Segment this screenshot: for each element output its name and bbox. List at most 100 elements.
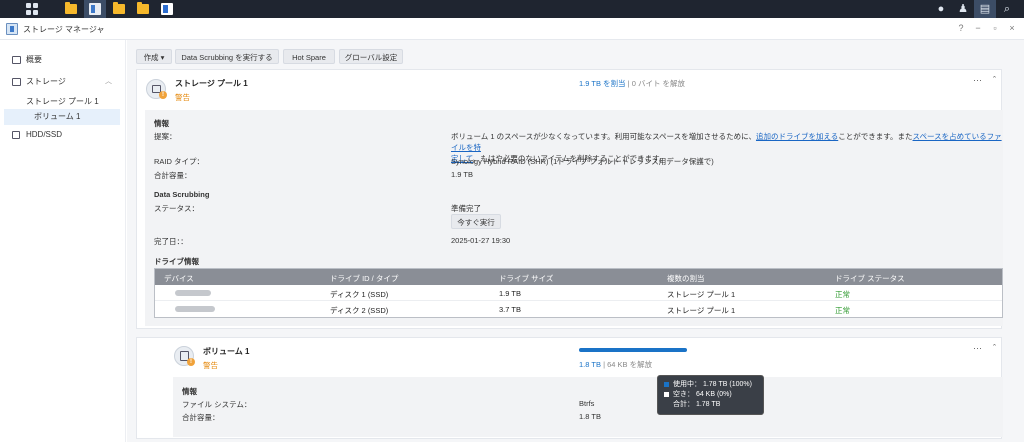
volume-capacity-value: 1.8 TB <box>579 412 601 421</box>
suggestion-text-part: ボリューム 1 のスペースが少なくなっています。利用可能なスペースを増加させるた… <box>451 132 756 141</box>
main-menu-icon[interactable] <box>26 3 38 15</box>
window-title: ストレージ マネージャ <box>23 25 105 34</box>
taskbar-storage-manager-icon[interactable] <box>84 0 106 18</box>
minimize-icon[interactable]: − <box>973 23 983 33</box>
chat-icon[interactable]: ● <box>930 0 952 18</box>
volume-collapse-button[interactable]: ˆ <box>993 343 996 353</box>
pool-released: 0 バイト を解放 <box>631 79 686 88</box>
info-header: 情報 <box>154 119 169 128</box>
create-label: 作成 <box>143 53 159 62</box>
taskbar-folder-icon[interactable] <box>108 0 130 18</box>
table-row[interactable]: ディスク 1 (SSD) 1.9 TB ストレージ プール 1 正常 <box>155 285 1002 301</box>
redacted-device-name <box>175 290 211 296</box>
main-content: 作成 ▾ Data Scrubbing を実行する Hot Spare グローバ… <box>127 40 1024 442</box>
sidebar-item-volume[interactable]: ボリューム 1 <box>4 109 120 125</box>
sidebar: 概要 ストレージ ︿ ストレージ プール 1 ボリューム 1 HDD/SSD <box>0 40 126 442</box>
volume-usage-bar[interactable] <box>579 348 687 352</box>
pool-usage: 1.9 TB を割当 | 0 バイト を解放 <box>579 78 685 89</box>
volume-title: ボリューム 1 <box>203 347 250 356</box>
sidebar-item-label: 概要 <box>26 55 42 64</box>
storage-pool-card: ! ストレージ プール 1 警告 1.9 TB を割当 | 0 バイト を解放 … <box>136 69 1003 329</box>
tooltip-total: 合計： 1.78 TB <box>673 401 721 408</box>
volume-card: ! ボリューム 1 警告 1.8 TB | 64 KB を解放 ··· ˆ 情報… <box>136 337 1003 439</box>
drive-size: 3.7 TB <box>499 305 521 314</box>
volume-more-button[interactable]: ··· <box>973 343 982 353</box>
drive-allocation: ストレージ プール 1 <box>667 290 736 299</box>
volume-usage-separator: | <box>603 360 606 369</box>
raid-type-label: RAID タイプ： <box>154 157 205 166</box>
widgets-icon[interactable]: ▤ <box>974 0 996 18</box>
sidebar-item-storage-pool[interactable]: ストレージ プール 1 <box>0 94 126 110</box>
run-now-button[interactable]: 今すぐ実行 <box>451 214 501 229</box>
pool-capacity-label: 合計容量： <box>154 171 192 180</box>
hdd-icon <box>12 131 20 139</box>
volume-capacity-label: 合計容量： <box>182 413 220 422</box>
pool-more-button[interactable]: ··· <box>973 75 982 85</box>
completed-date-value: 2025-01-27 19:30 <box>451 236 511 245</box>
volume-info-panel: 情報 ファイル システム： Btrfs 合計容量： 1.8 TB <box>173 377 1003 437</box>
pool-capacity-value: 1.9 TB <box>451 170 473 179</box>
volume-usage: 1.8 TB | 64 KB を解放 <box>579 359 652 370</box>
free-legend-swatch <box>664 391 669 397</box>
column-header: ドライブ ステータス <box>835 274 905 283</box>
caret-down-icon: ▾ <box>160 53 165 62</box>
chevron-up-icon[interactable]: ︿ <box>105 74 112 90</box>
column-header: ドライブ サイズ <box>499 274 554 283</box>
sidebar-item-overview[interactable]: 概要 <box>0 52 126 68</box>
restore-icon[interactable]: ▫ <box>990 23 1000 33</box>
completed-date-label: 完了日：： <box>154 237 188 246</box>
table-row[interactable]: ディスク 2 (SSD) 3.7 TB ストレージ プール 1 正常 <box>155 301 1002 317</box>
drive-status: 正常 <box>835 306 850 315</box>
suggestion-label: 提案： <box>154 132 177 141</box>
pool-info-panel: 情報 提案： ボリューム 1 のスペースが少なくなっています。利用可能なスペース… <box>145 110 1003 326</box>
sidebar-item-label: ストレージ プール 1 <box>26 97 99 106</box>
volume-status-badge: 警告 <box>203 361 218 370</box>
storage-manager-icon <box>6 23 18 35</box>
warning-icon: ! <box>159 91 167 99</box>
drive-info-header: ドライブ情報 <box>154 257 199 266</box>
filesystem-value: Btrfs <box>579 399 595 408</box>
suggestion-text-part: ことができます。また <box>838 132 913 141</box>
scrubbing-status-label: ステータス： <box>154 204 199 213</box>
taskbar-folder-icon[interactable] <box>132 0 154 18</box>
raid-type-value: Synology Hybrid RAID (SHR) (1ドライブ フォルト ト… <box>451 157 714 166</box>
volume-free: 64 KB を解放 <box>607 360 653 369</box>
search-icon[interactable]: ⌕ <box>996 0 1018 18</box>
sidebar-item-label: ストレージ <box>26 77 66 86</box>
tooltip-free: 空き： 64 KB (0%) <box>673 391 732 398</box>
pool-usage-separator: | <box>627 79 630 88</box>
window-header: ストレージ マネージャ ? − ▫ × <box>0 18 1024 40</box>
warning-icon: ! <box>187 358 195 366</box>
global-settings-button[interactable]: グローバル設定 <box>339 49 403 64</box>
column-header: デバイス <box>164 274 194 283</box>
data-scrubbing-header: Data Scrubbing <box>154 190 210 199</box>
sidebar-item-label: ボリューム 1 <box>34 112 81 121</box>
redacted-device-name <box>175 306 215 312</box>
scrubbing-status-value: 準備完了 <box>451 204 481 213</box>
pool-collapse-button[interactable]: ˆ <box>993 75 996 85</box>
hot-spare-button[interactable]: Hot Spare <box>283 49 335 64</box>
sidebar-item-storage[interactable]: ストレージ ︿ <box>0 74 126 90</box>
taskbar-file-station-icon[interactable] <box>60 0 82 18</box>
close-icon[interactable]: × <box>1007 23 1017 33</box>
user-icon[interactable]: ♟ <box>952 0 974 18</box>
drive-allocation: ストレージ プール 1 <box>667 306 736 315</box>
used-legend-swatch <box>664 381 669 387</box>
pool-title: ストレージ プール 1 <box>175 79 248 88</box>
pool-allocated: 1.9 TB を割当 <box>579 79 626 88</box>
column-header: ドライブ ID / タイプ <box>330 274 399 283</box>
volume-used: 1.8 TB <box>579 360 601 369</box>
run-data-scrubbing-button[interactable]: Data Scrubbing を実行する <box>175 49 279 64</box>
sidebar-item-hdd-ssd[interactable]: HDD/SSD <box>0 127 126 143</box>
taskbar-control-panel-icon[interactable] <box>156 0 178 18</box>
tooltip-used: 使用中： 1.78 TB (100%) <box>673 381 752 388</box>
help-icon[interactable]: ? <box>956 23 966 33</box>
drive-table: デバイス ドライブ ID / タイプ ドライブ サイズ 複数の割当 ドライブ ス… <box>154 268 1003 318</box>
create-button[interactable]: 作成 ▾ <box>136 49 172 64</box>
info-header: 情報 <box>182 387 197 396</box>
add-drive-link[interactable]: 追加のドライブを加える <box>756 132 838 141</box>
sidebar-item-label: HDD/SSD <box>26 130 63 139</box>
table-header: デバイス ドライブ ID / タイプ ドライブ サイズ 複数の割当 ドライブ ス… <box>155 269 1002 285</box>
overview-icon <box>12 56 21 64</box>
storage-icon <box>12 78 21 86</box>
